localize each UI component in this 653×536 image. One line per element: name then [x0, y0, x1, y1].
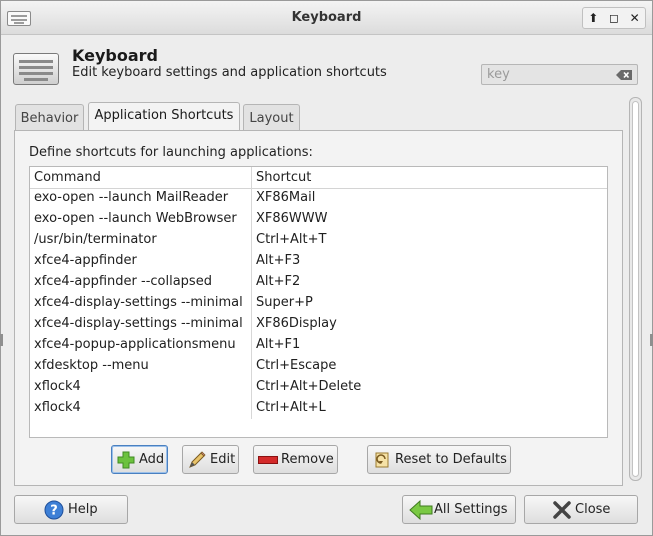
- search-placeholder: key: [487, 67, 510, 82]
- shortcut-cell: XF86Display: [256, 316, 337, 331]
- shortcut-cell: Super+P: [256, 295, 313, 310]
- command-cell: xflock4: [34, 379, 81, 394]
- add-button[interactable]: Add: [111, 445, 168, 474]
- help-icon: ?: [44, 500, 64, 520]
- table-row[interactable]: xfdesktop --menu Ctrl+Escape: [30, 356, 607, 377]
- remove-button[interactable]: Remove: [253, 445, 338, 474]
- all-settings-label: All Settings: [434, 502, 508, 517]
- clear-search-icon[interactable]: [616, 70, 633, 80]
- close-icon: [553, 501, 571, 519]
- command-cell: xfce4-popup-applicationsmenu: [34, 337, 236, 352]
- all-settings-button[interactable]: All Settings: [402, 495, 516, 524]
- command-cell: /usr/bin/terminator: [34, 232, 157, 247]
- svg-text:?: ?: [50, 504, 58, 519]
- keyboard-settings-window: Keyboard ⬆ ◻ ✕ Keyboard Edit keyboard se…: [0, 0, 653, 536]
- shortcut-cell: Ctrl+Alt+L: [256, 400, 326, 415]
- table-row[interactable]: xfce4-display-settings --minimal Super+P: [30, 293, 607, 314]
- shortcut-cell: Alt+F2: [256, 274, 301, 289]
- page-title: Keyboard: [72, 46, 158, 65]
- command-cell: xflock4: [34, 400, 81, 415]
- title-bar[interactable]: Keyboard ⬆ ◻ ✕: [1, 1, 652, 35]
- plus-icon: [117, 451, 135, 469]
- scrollbar-thumb[interactable]: [632, 101, 639, 477]
- reset-button-label: Reset to Defaults: [395, 452, 507, 467]
- column-header-command[interactable]: Command: [34, 170, 101, 185]
- shortcut-cell: Ctrl+Escape: [256, 358, 337, 373]
- table-row[interactable]: xflock4 Ctrl+Alt+Delete: [30, 377, 607, 398]
- shortcut-cell: XF86Mail: [256, 190, 316, 205]
- reset-to-defaults-button[interactable]: Reset to Defaults: [367, 445, 511, 474]
- table-row[interactable]: exo-open --launch WebBrowser XF86WWW: [30, 209, 607, 230]
- window-controls: ⬆ ◻ ✕: [582, 7, 646, 29]
- tab-behavior[interactable]: Behavior: [15, 104, 84, 132]
- table-row[interactable]: exo-open --launch MailReader XF86Mail: [30, 188, 607, 209]
- keyboard-icon: [13, 53, 59, 85]
- shortcut-cell: XF86WWW: [256, 211, 328, 226]
- help-button-label: Help: [68, 502, 98, 517]
- edit-button[interactable]: Edit: [182, 445, 239, 474]
- maximize-window-icon[interactable]: ◻: [604, 11, 624, 25]
- table-row[interactable]: xfce4-appfinder --collapsed Alt+F2: [30, 272, 607, 293]
- search-input[interactable]: key: [481, 64, 638, 85]
- close-window-icon[interactable]: ✕: [625, 11, 645, 25]
- add-button-label: Add: [139, 452, 165, 467]
- command-cell: xfce4-appfinder --collapsed: [34, 274, 212, 289]
- column-header-shortcut[interactable]: Shortcut: [256, 170, 311, 185]
- shade-window-icon[interactable]: ⬆: [583, 11, 603, 25]
- remove-button-label: Remove: [281, 452, 334, 467]
- tab-application-shortcuts[interactable]: Application Shortcuts: [88, 102, 240, 131]
- close-button-label: Close: [575, 502, 611, 517]
- table-header: Command Shortcut: [30, 167, 607, 189]
- pencil-icon: [189, 451, 206, 468]
- help-button[interactable]: ? Help: [14, 495, 128, 524]
- shortcuts-table[interactable]: Command Shortcut exo-open --launch MailR…: [29, 166, 608, 438]
- table-row[interactable]: xfce4-appfinder Alt+F3: [30, 251, 607, 272]
- command-cell: xfdesktop --menu: [34, 358, 149, 373]
- tab-layout[interactable]: Layout: [243, 104, 300, 132]
- revert-icon: [375, 452, 389, 468]
- command-cell: exo-open --launch MailReader: [34, 190, 229, 205]
- edit-button-label: Edit: [210, 452, 236, 467]
- shortcut-cell: Alt+F3: [256, 253, 301, 268]
- window-title: Keyboard: [291, 10, 362, 25]
- table-row[interactable]: /usr/bin/terminator Ctrl+Alt+T: [30, 230, 607, 251]
- shortcuts-description: Define shortcuts for launching applicati…: [29, 145, 313, 160]
- back-arrow-icon: [409, 500, 433, 520]
- shortcut-cell: Ctrl+Alt+Delete: [256, 379, 362, 394]
- table-row[interactable]: xfce4-display-settings --minimal XF86Dis…: [30, 314, 607, 335]
- vertical-scrollbar[interactable]: [629, 97, 642, 481]
- command-cell: xfce4-display-settings --minimal: [34, 316, 243, 331]
- command-cell: xfce4-display-settings --minimal: [34, 295, 243, 310]
- resize-edge-left: [0, 334, 3, 346]
- command-cell: exo-open --launch WebBrowser: [34, 211, 237, 226]
- page-subtitle: Edit keyboard settings and application s…: [72, 65, 387, 80]
- shortcut-cell: Ctrl+Alt+T: [256, 232, 327, 247]
- shortcut-cell: Alt+F1: [256, 337, 301, 352]
- command-cell: xfce4-appfinder: [34, 253, 137, 268]
- minus-icon: [258, 456, 278, 464]
- table-row[interactable]: xflock4 Ctrl+Alt+L: [30, 398, 607, 419]
- close-button[interactable]: Close: [524, 495, 638, 524]
- table-row[interactable]: xfce4-popup-applicationsmenu Alt+F1: [30, 335, 607, 356]
